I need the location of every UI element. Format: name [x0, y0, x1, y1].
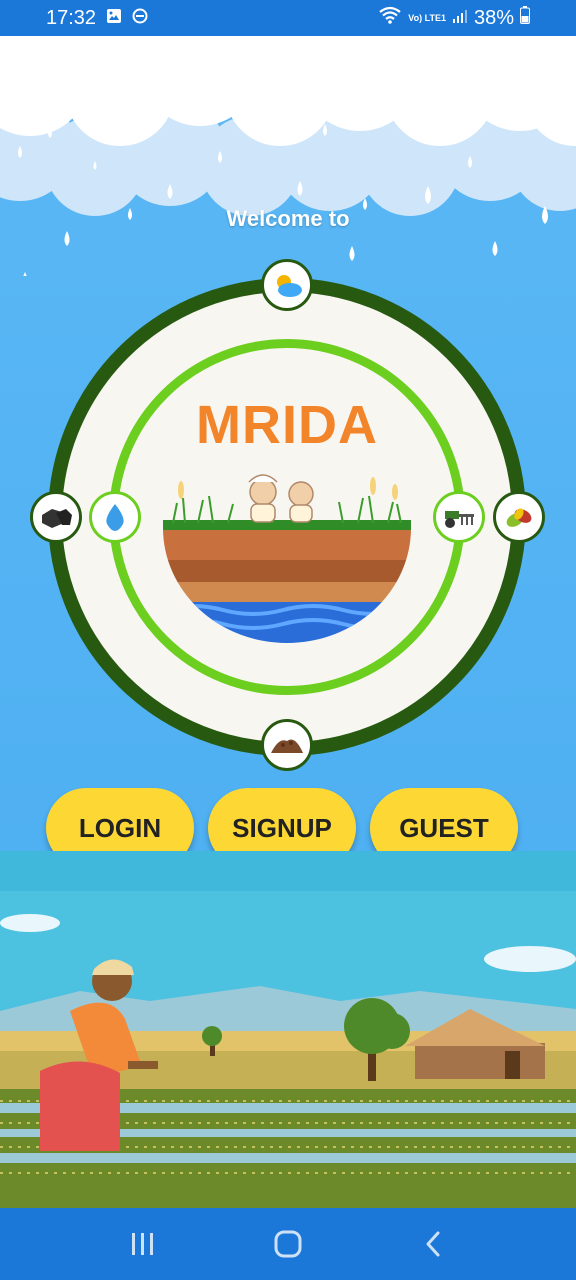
leaves-icon[interactable]	[493, 491, 545, 543]
weather-icon[interactable]	[261, 259, 313, 311]
recents-icon[interactable]	[113, 1219, 173, 1269]
logo-ring: MRIDA	[30, 259, 545, 771]
water-drop-icon[interactable]	[89, 491, 141, 543]
back-icon[interactable]	[403, 1219, 463, 1269]
brand-title: MRIDA	[196, 395, 378, 455]
dnd-icon	[132, 7, 148, 30]
network-label: Vo) LTE1	[408, 12, 446, 23]
home-icon[interactable]	[258, 1219, 318, 1269]
farm-scene-illustration	[163, 474, 411, 643]
gallery-icon	[106, 7, 122, 30]
wifi-icon	[378, 6, 402, 30]
farm-landscape-illustration	[0, 851, 576, 1208]
status-bar: 17:32 Vo) LTE1 38%	[0, 0, 576, 36]
soil-icon[interactable]	[261, 719, 313, 771]
coal-icon[interactable]	[30, 491, 82, 543]
rain-clouds	[0, 36, 576, 276]
signal-icon	[452, 7, 468, 30]
status-time: 17:32	[46, 6, 97, 29]
tractor-icon[interactable]	[433, 491, 485, 543]
battery-icon	[520, 6, 530, 30]
system-nav-bar	[0, 1208, 576, 1280]
welcome-text: Welcome to	[226, 206, 350, 231]
battery-percent: 38%	[473, 6, 514, 29]
